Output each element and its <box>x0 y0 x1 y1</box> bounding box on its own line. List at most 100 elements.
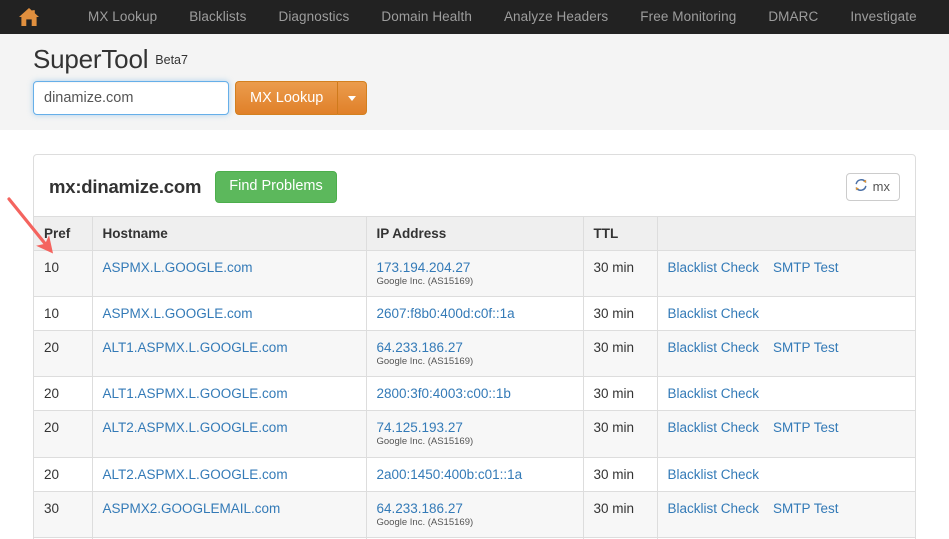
table-row: 30 ASPMX2.GOOGLEMAIL.com 64.233.186.27 Goog… <box>34 491 915 539</box>
blacklist-check-link[interactable]: Blacklist Check <box>668 260 760 275</box>
ip-address-link[interactable]: 74.125.193.27 <box>377 420 463 435</box>
ip-address-link[interactable]: 173.194.204.27 <box>377 260 471 275</box>
cell-actions: Blacklist Check SMTP Test <box>657 330 915 378</box>
cell-hostname: ASPMX.L.GOOGLE.com <box>92 250 367 297</box>
nav-item-diagnostics[interactable]: Diagnostics <box>262 0 365 34</box>
mx-records-table: Pref Hostname IP Address TTL 10 ASPMX.L.G… <box>34 215 915 539</box>
table-header: Pref Hostname IP Address TTL <box>34 215 915 251</box>
cell-hostname: ALT1.ASPMX.L.GOOGLE.com <box>92 376 367 412</box>
ip-address-link[interactable]: 64.233.186.27 <box>377 340 463 355</box>
table-body: 10 ASPMX.L.GOOGLE.com 173.194.204.27 Google… <box>34 250 915 539</box>
cell-pref: 20 <box>34 330 93 378</box>
chevron-down-icon <box>348 95 357 101</box>
asn-label: Google Inc. (AS15169) <box>376 516 474 528</box>
cell-ip-address: 64.233.186.27 Google Inc. (AS15169) <box>366 491 584 539</box>
refresh-button-label: mx <box>872 178 890 194</box>
page-title: SuperTool <box>33 44 149 74</box>
refresh-mx-button[interactable]: mx <box>845 172 900 201</box>
cell-ttl: 30 min <box>583 410 658 458</box>
blacklist-check-link[interactable]: Blacklist Check <box>668 340 760 355</box>
hostname-link[interactable]: ASPMX.L.GOOGLE.com <box>103 260 253 275</box>
lookup-button-group: MX Lookup <box>235 81 368 115</box>
table-row: 20 ALT2.ASPMX.L.GOOGLE.com 2a00:1450:400b:… <box>34 457 915 492</box>
column-header-ttl[interactable]: TTL <box>583 215 658 251</box>
nav-item-dmarc[interactable]: DMARC <box>752 0 834 34</box>
ip-address-link[interactable]: 2607:f8b0:400d:c0f::1a <box>377 306 515 321</box>
cell-ip-address: 2607:f8b0:400d:c0f::1a <box>366 296 584 331</box>
cell-hostname: ALT2.ASPMX.L.GOOGLE.com <box>92 410 367 458</box>
result-panel-header: mx:dinamize.com Find Problems mx <box>34 155 915 216</box>
cell-pref: 20 <box>34 410 93 458</box>
cell-actions: Blacklist Check <box>657 376 915 412</box>
cell-ttl: 30 min <box>583 457 658 492</box>
blacklist-check-link[interactable]: Blacklist Check <box>668 420 760 435</box>
smtp-test-link[interactable]: SMTP Test <box>773 260 839 275</box>
asn-label: Google Inc. (AS15169) <box>376 436 474 448</box>
refresh-icon <box>854 178 868 195</box>
blacklist-check-link[interactable]: Blacklist Check <box>668 501 760 516</box>
nav-item-investigate[interactable]: Investigate <box>834 0 932 34</box>
find-problems-button[interactable]: Find Problems <box>215 171 337 203</box>
hostname-link[interactable]: ASPMX2.GOOGLEMAIL.com <box>103 501 281 516</box>
nav-item-free-monitoring[interactable]: Free Monitoring <box>624 0 752 34</box>
blacklist-check-link[interactable]: Blacklist Check <box>668 386 760 401</box>
cell-ip-address: 74.125.193.27 Google Inc. (AS15169) <box>366 410 584 458</box>
supertool-title-row: SuperTool Beta7 <box>33 44 949 74</box>
search-input[interactable] <box>33 81 229 115</box>
column-header-ip-address[interactable]: IP Address <box>366 215 584 251</box>
ip-address-link[interactable]: 2a00:1450:400b:c01::1a <box>377 467 523 482</box>
asn-label: Google Inc. (AS15169) <box>376 275 474 287</box>
cell-ttl: 30 min <box>583 376 658 412</box>
nav-item-domain-health[interactable]: Domain Health <box>365 0 488 34</box>
hostname-link[interactable]: ASPMX.L.GOOGLE.com <box>103 306 253 321</box>
cell-actions: Blacklist Check SMTP Test <box>657 410 915 458</box>
home-icon[interactable] <box>14 4 44 30</box>
cell-actions: Blacklist Check <box>657 457 915 492</box>
beta-badge: Beta7 <box>155 53 188 67</box>
hostname-link[interactable]: ALT2.ASPMX.L.GOOGLE.com <box>103 467 288 482</box>
asn-label: Google Inc. (AS15169) <box>376 355 474 367</box>
cell-hostname: ASPMX.L.GOOGLE.com <box>92 296 367 331</box>
hostname-link[interactable]: ALT1.ASPMX.L.GOOGLE.com <box>103 340 288 355</box>
smtp-test-link[interactable]: SMTP Test <box>773 340 839 355</box>
cell-ip-address: 2a00:1450:400b:c01::1a <box>366 457 584 492</box>
cell-pref: 10 <box>34 250 93 297</box>
cell-ttl: 30 min <box>583 296 658 331</box>
cell-ip-address: 173.194.204.27 Google Inc. (AS15169) <box>366 250 584 297</box>
cell-pref: 20 <box>34 376 93 412</box>
nav-item-blacklists[interactable]: Blacklists <box>173 0 262 34</box>
table-header-row: Pref Hostname IP Address TTL <box>34 215 915 251</box>
table-row: 20 ALT2.ASPMX.L.GOOGLE.com 74.125.193.27 Go… <box>34 410 915 458</box>
mx-lookup-button[interactable]: MX Lookup <box>235 81 338 115</box>
ip-address-link[interactable]: 64.233.186.27 <box>377 501 463 516</box>
cell-actions: Blacklist Check SMTP Test <box>657 250 915 297</box>
cell-hostname: ALT2.ASPMX.L.GOOGLE.com <box>92 457 367 492</box>
column-header-actions <box>657 215 915 251</box>
result-panel-wrapper: mx:dinamize.com Find Problems mx Pref Ho… <box>0 130 949 539</box>
result-title: mx:dinamize.com <box>49 175 202 197</box>
supertool-search-block: SuperTool Beta7 MX Lookup <box>0 34 949 130</box>
smtp-test-link[interactable]: SMTP Test <box>773 420 839 435</box>
ip-address-link[interactable]: 2800:3f0:4003:c00::1b <box>377 386 511 401</box>
hostname-link[interactable]: ALT1.ASPMX.L.GOOGLE.com <box>103 386 288 401</box>
lookup-type-dropdown-toggle[interactable] <box>337 81 368 115</box>
cell-pref: 10 <box>34 296 93 331</box>
cell-hostname: ASPMX2.GOOGLEMAIL.com <box>92 491 367 539</box>
cell-ip-address: 2800:3f0:4003:c00::1b <box>366 376 584 412</box>
column-header-pref[interactable]: Pref <box>34 215 93 251</box>
hostname-link[interactable]: ALT2.ASPMX.L.GOOGLE.com <box>103 420 288 435</box>
cell-pref: 20 <box>34 457 93 492</box>
column-header-hostname[interactable]: Hostname <box>92 215 367 251</box>
smtp-test-link[interactable]: SMTP Test <box>773 501 839 516</box>
table-row: 10 ASPMX.L.GOOGLE.com 173.194.204.27 Google… <box>34 250 915 297</box>
nav-item-analyze-headers[interactable]: Analyze Headers <box>488 0 624 34</box>
cell-actions: Blacklist Check SMTP Test <box>657 491 915 539</box>
cell-ttl: 30 min <box>583 330 658 378</box>
cell-hostname: ALT1.ASPMX.L.GOOGLE.com <box>92 330 367 378</box>
table-row: 10 ASPMX.L.GOOGLE.com 2607:f8b0:400d:c0f::… <box>34 296 915 331</box>
blacklist-check-link[interactable]: Blacklist Check <box>668 467 760 482</box>
nav-item-mx-lookup[interactable]: MX Lookup <box>72 0 173 34</box>
cell-pref: 30 <box>34 491 93 539</box>
top-navigation-bar: MX Lookup Blacklists Diagnostics Domain … <box>0 0 949 34</box>
blacklist-check-link[interactable]: Blacklist Check <box>668 306 760 321</box>
